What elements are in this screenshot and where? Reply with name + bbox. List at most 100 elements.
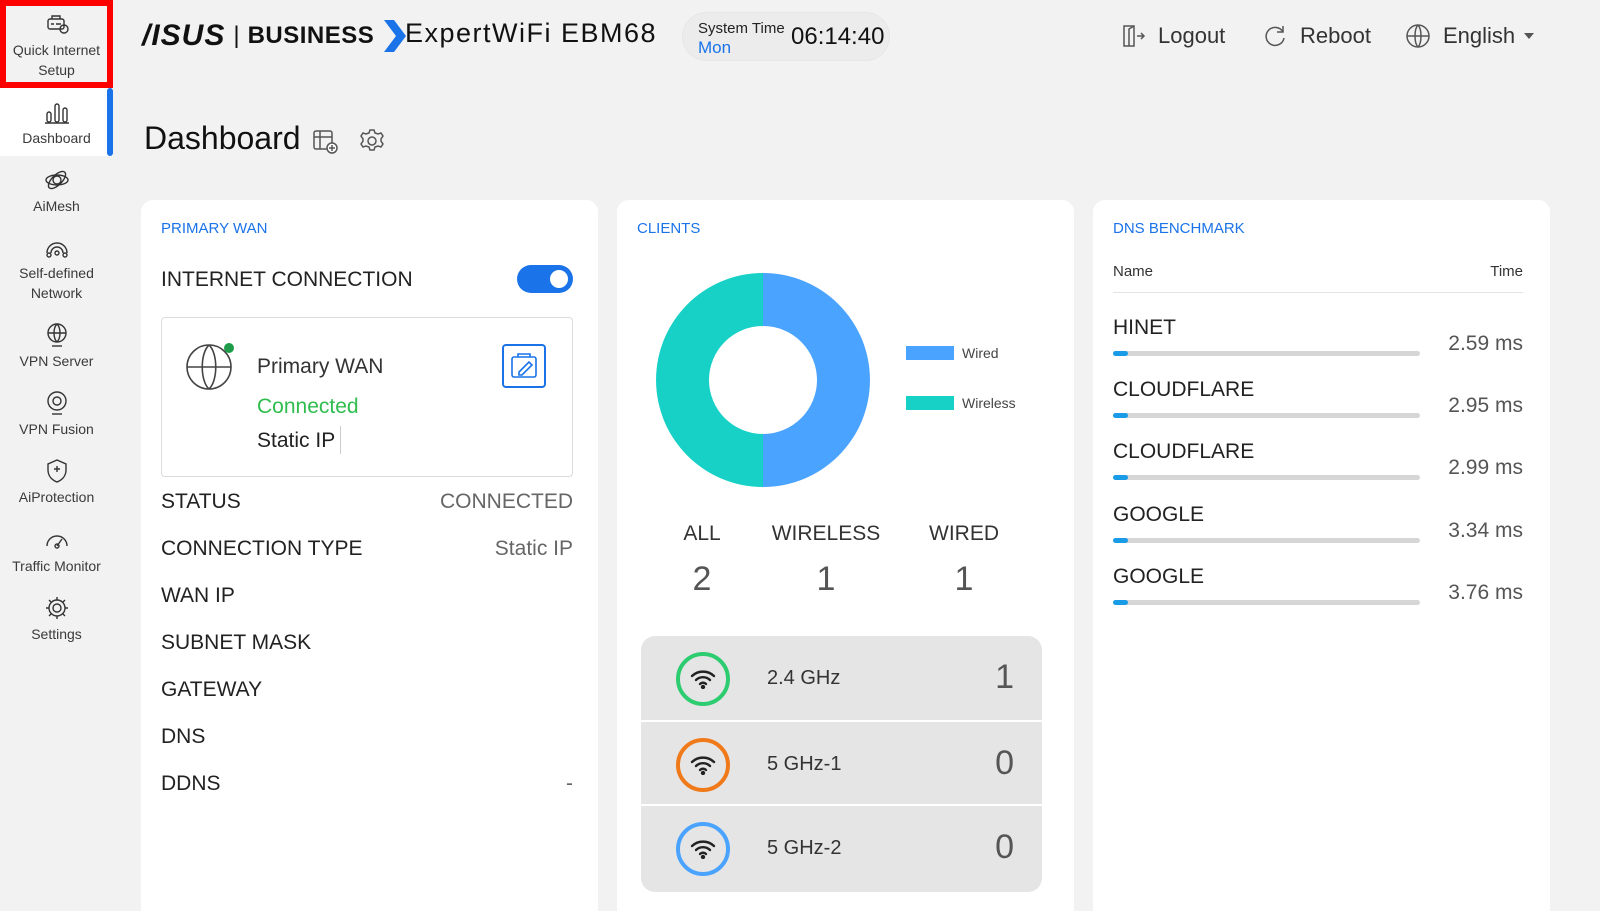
- dns-row: GOOGLE 3.34 ms: [1113, 503, 1523, 563]
- sidebar-item-label: VPN Server: [19, 353, 94, 369]
- add-widget-icon[interactable]: [311, 127, 339, 155]
- count-value-all: 2: [692, 560, 712, 598]
- sidebar-item-label: Dashboard: [22, 130, 91, 146]
- dns-name: CLOUDFLARE: [1113, 440, 1255, 463]
- dns-name: GOOGLE: [1113, 503, 1205, 526]
- vpn-server-icon: [46, 323, 67, 347]
- wan-row-dns: DNS: [161, 725, 573, 749]
- wan-row-ddns: DDNS -: [161, 772, 573, 796]
- dashboard-icon: [44, 103, 69, 124]
- row-label: DNS: [161, 725, 206, 748]
- card-title: DNS BENCHMARK: [1113, 220, 1245, 237]
- brand-separator: |: [233, 22, 240, 49]
- wan-name: Primary WAN: [257, 355, 384, 378]
- sidebar-item-label: VPN Fusion: [19, 421, 94, 437]
- legend-item-wireless: Wireless: [906, 395, 1016, 411]
- row-label: DDNS: [161, 772, 221, 795]
- donut-slice-wireless: [656, 273, 763, 487]
- system-time: System Time Mon 06:14:40: [683, 13, 889, 60]
- row-label: GATEWAY: [161, 678, 263, 701]
- dns-benchmark-card: DNS BENCHMARK Name Time HINET 2.59 ms CL…: [1093, 200, 1550, 911]
- sidebar-item-traffic-monitor[interactable]: Traffic Monitor: [0, 526, 113, 586]
- traffic-monitor-icon: [45, 535, 68, 549]
- legend-label: Wired: [962, 345, 999, 361]
- logout-label: Logout: [1158, 23, 1226, 48]
- sidebar-item-label: Setup: [38, 62, 75, 78]
- sidebar-item-aimesh[interactable]: AiMesh: [0, 166, 113, 226]
- sidebar-item-vpn-fusion[interactable]: VPN Fusion: [0, 389, 113, 449]
- wifi-ring: [676, 738, 730, 792]
- band-row-2-4ghz[interactable]: 2.4 GHz 1: [641, 636, 1042, 720]
- count-label-wired: WIRED: [929, 522, 999, 545]
- band-count: 0: [995, 828, 1014, 866]
- band-name: 2.4 GHz: [767, 667, 841, 689]
- system-time-label: System Time: [698, 20, 785, 37]
- row-label: STATUS: [161, 490, 241, 513]
- wan-status: Connected: [257, 395, 359, 418]
- dns-time: 3.76 ms: [1448, 581, 1523, 604]
- band-count: 0: [995, 744, 1014, 782]
- wan-type: Static IP: [257, 429, 336, 452]
- dns-name: GOOGLE: [1113, 565, 1205, 588]
- legend-label: Wireless: [962, 395, 1016, 411]
- wifi-ring: [676, 652, 730, 706]
- sidebar-item-dashboard[interactable]: Dashboard: [0, 88, 113, 156]
- edit-icon: [511, 353, 537, 378]
- globe-icon: [1406, 24, 1430, 48]
- sidebar-item-label: AiMesh: [33, 198, 80, 214]
- wan-edit-button[interactable]: [502, 344, 546, 388]
- sidebar-item-label: Traffic Monitor: [12, 558, 101, 574]
- language-select[interactable]: English: [1405, 20, 1535, 52]
- dns-time: 2.59 ms: [1448, 332, 1523, 355]
- band-row-5ghz-2[interactable]: 5 GHz-2 0: [641, 804, 1042, 888]
- legend-swatch: [906, 346, 954, 360]
- network-icon: [45, 242, 68, 258]
- latency-bar-fill: [1113, 351, 1129, 356]
- column-header-time: Time: [1490, 263, 1523, 280]
- status-dot: [224, 343, 234, 353]
- count-value-wired: 1: [954, 560, 974, 598]
- count-label-all: ALL: [683, 522, 721, 545]
- band-list: 2.4 GHz 1 5 GHz-1 0 5 GHz-2 0: [641, 636, 1042, 892]
- sidebar-item-vpn-server[interactable]: VPN Server: [0, 321, 113, 381]
- dns-row: CLOUDFLARE 2.95 ms: [1113, 378, 1523, 438]
- logout-button[interactable]: Logout: [1120, 20, 1225, 52]
- language-label: English: [1443, 23, 1516, 48]
- band-row-5ghz-1[interactable]: 5 GHz-1 0: [641, 720, 1042, 804]
- dns-time: 2.95 ms: [1448, 394, 1523, 417]
- latency-bar: [1113, 351, 1420, 356]
- gear-icon[interactable]: [358, 127, 386, 155]
- divider: [1113, 292, 1523, 293]
- vpn-fusion-icon: [46, 391, 67, 415]
- internet-connection-toggle[interactable]: [517, 265, 573, 293]
- sidebar-item-aiprotection[interactable]: AiProtection: [0, 457, 113, 517]
- dns-time: 3.34 ms: [1448, 519, 1523, 542]
- dns-name: CLOUDFLARE: [1113, 378, 1255, 401]
- sidebar-item-quick-internet-setup[interactable]: Quick Internet Setup: [0, 0, 113, 88]
- card-title: PRIMARY WAN: [161, 220, 268, 237]
- reboot-label: Reboot: [1300, 23, 1371, 48]
- sidebar-item-label: Self-defined: [19, 265, 94, 281]
- sidebar-item-settings[interactable]: Settings: [0, 594, 113, 654]
- clients-card: CLIENTS Wired Wireless ALL 2 WIRELESS 1 …: [617, 200, 1074, 911]
- latency-bar-fill: [1113, 600, 1129, 605]
- sidebar: Quick Internet Setup Dashboard AiMesh Se…: [0, 0, 113, 911]
- row-value: CONNECTED: [439, 490, 573, 513]
- row-label: CONNECTION TYPE: [161, 537, 363, 560]
- count-label-wireless: WIRELESS: [771, 522, 881, 545]
- clients-donut-chart: [656, 273, 870, 487]
- latency-bar: [1113, 413, 1420, 418]
- donut-slice-wired: [763, 273, 870, 487]
- quick-setup-icon: [46, 15, 69, 34]
- column-header-name: Name: [1113, 263, 1154, 280]
- page-title: Dashboard: [144, 120, 301, 156]
- reboot-button[interactable]: Reboot: [1262, 20, 1371, 52]
- card-title: CLIENTS: [637, 220, 701, 237]
- count-value-wireless: 1: [816, 560, 836, 598]
- dns-table-header: Name Time: [1113, 263, 1523, 280]
- row-value: -: [566, 772, 573, 795]
- latency-bar-fill: [1113, 475, 1129, 480]
- latency-bar: [1113, 600, 1420, 605]
- dns-row: CLOUDFLARE 2.99 ms: [1113, 440, 1523, 500]
- sidebar-item-self-defined-network[interactable]: Self-defined Network: [0, 233, 113, 305]
